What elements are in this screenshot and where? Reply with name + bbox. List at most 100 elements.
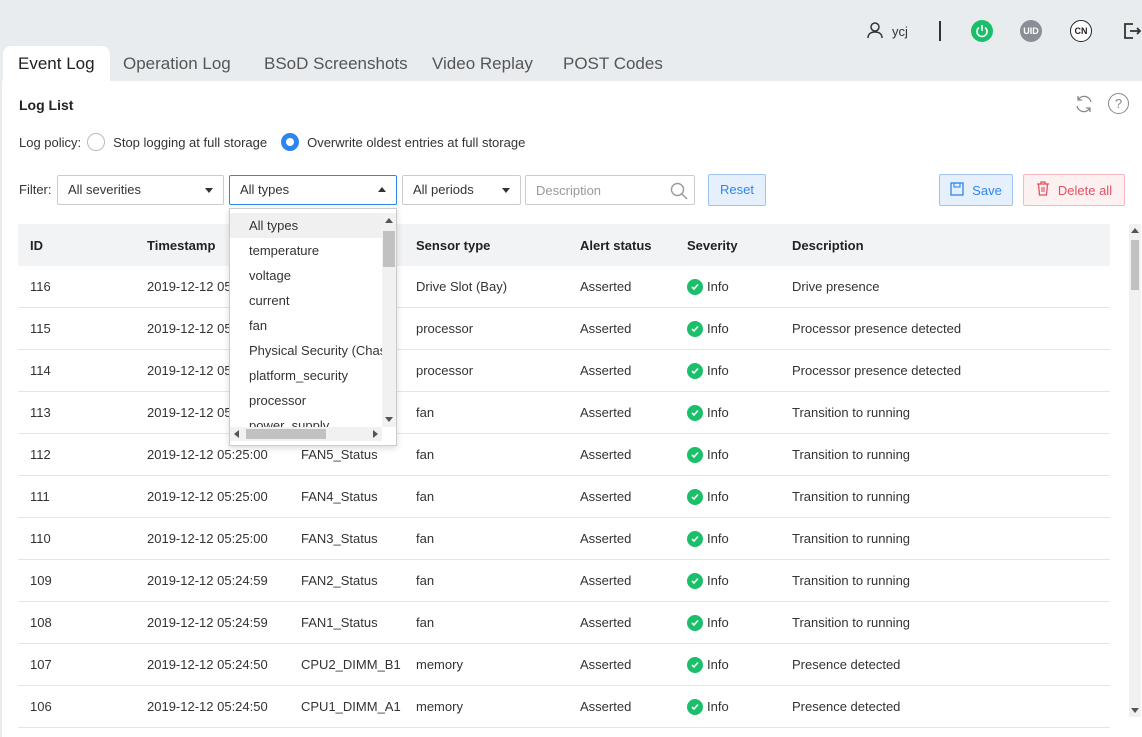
scrollbar-thumb[interactable] [383,231,395,267]
check-circle-icon [687,698,703,715]
radio-stop-logging[interactable] [87,133,106,151]
cell-description: Presence detected [792,699,901,714]
page-title: Log List [19,97,74,113]
cell-sensor-type: fan [416,573,435,588]
cell-sensor-type: memory [416,657,463,672]
refresh-icon[interactable] [1073,93,1095,118]
reset-button[interactable]: Reset [708,174,766,206]
save-icon [950,181,964,199]
column-header-severity[interactable]: Severity [687,238,792,253]
dropdown-option[interactable]: fan [230,313,382,338]
dropdown-option[interactable]: platform_security [230,363,382,388]
tab-post-codes[interactable]: POST Codes [548,46,678,82]
cell-id: 113 [30,405,51,420]
dropdown-option[interactable]: voltage [230,263,382,288]
tab-bsod-screenshots[interactable]: BSoD Screenshots [249,46,423,82]
table-scrollbar[interactable] [1129,224,1141,717]
cell-id: 116 [30,279,51,294]
cell-alert-status: Asserted [580,699,632,714]
table-row[interactable]: 113 2019-12-12 05 fan Asserted Info Transitio… [18,392,1110,434]
cell-description: Transition to running [792,573,911,588]
cell-sensor-type: fan [416,489,435,504]
dropdown-horizontal-scrollbar[interactable] [230,427,382,441]
tab-event-log[interactable]: Event Log [3,46,110,82]
column-header-id[interactable]: ID [18,238,147,253]
save-button[interactable]: Save [939,174,1013,206]
cell-severity: Info [687,320,792,337]
table-row[interactable]: 110 2019-12-12 05:25:00 FAN3_Status fan Asse… [18,518,1110,560]
cell-timestamp: 2019-12-12 05:25:00 [147,447,268,462]
description-search[interactable] [525,175,695,205]
scroll-up-icon[interactable] [385,218,393,223]
scroll-down-icon[interactable] [385,417,393,422]
scroll-down-icon[interactable] [1131,708,1139,713]
severity-label: Info [707,279,729,294]
column-header-alert-status[interactable]: Alert status [580,238,687,253]
cell-alert-status: Asserted [580,321,632,336]
scrollbar-thumb[interactable] [246,429,326,439]
check-circle-icon [687,530,703,547]
logout-icon[interactable] [1120,20,1142,45]
severity-label: Info [707,699,729,714]
tab-operation-log[interactable]: Operation Log [108,46,246,82]
cell-severity: Info [687,404,792,421]
table-row[interactable]: 106 2019-12-12 05:24:50 CPU1_DIMM_A1 memory… [18,686,1110,728]
power-icon[interactable] [971,20,993,42]
severity-select[interactable]: All severities [57,175,224,205]
cell-id: 106 [30,699,52,714]
cell-severity: Info [687,446,792,463]
language-icon[interactable]: CN [1070,20,1092,42]
cell-severity: Info [687,278,792,295]
table-row[interactable]: 108 2019-12-12 05:24:59 FAN1_Status fan Asse… [18,602,1110,644]
scroll-left-icon[interactable] [234,430,239,438]
table-row[interactable]: 107 2019-12-12 05:24:50 CPU2_DIMM_B1 memory… [18,644,1110,686]
cell-severity: Info [687,698,792,715]
cell-id: 109 [30,573,52,588]
type-select[interactable]: All types [229,175,397,205]
delete-all-button[interactable]: Delete all [1023,174,1125,206]
dropdown-option[interactable]: processor [230,388,382,413]
tab-bar: Event Log Operation Log BSoD Screenshots… [0,46,1142,82]
radio-overwrite-oldest-label[interactable]: Overwrite oldest entries at full storage [307,135,525,150]
table-row[interactable]: 111 2019-12-12 05:25:00 FAN4_Status fan Asse… [18,476,1110,518]
table-row[interactable]: 112 2019-12-12 05:25:00 FAN5_Status fan Asse… [18,434,1110,476]
check-circle-icon [687,404,703,421]
dropdown-option[interactable]: All types [230,213,382,238]
table-row[interactable]: 116 2019-12-12 05 Drive Slot (Bay) Asserted… [18,266,1110,308]
column-header-description[interactable]: Description [792,238,1110,253]
uid-icon[interactable]: UID [1020,20,1042,42]
tab-video-replay[interactable]: Video Replay [417,46,548,82]
period-select[interactable]: All periods [402,175,521,205]
table-row[interactable]: 109 2019-12-12 05:24:59 FAN2_Status fan Asse… [18,560,1110,602]
top-bar: ycj UID CN [0,0,1142,45]
dropdown-option[interactable]: temperature [230,238,382,263]
radio-overwrite-oldest[interactable] [281,133,300,151]
dropdown-option[interactable]: power_supply [230,413,382,427]
cell-alert-status: Asserted [580,405,632,420]
cell-severity: Info [687,614,792,631]
log-list-card: Log List ? Log policy: Stop logging at f… [2,81,1142,737]
scroll-up-icon[interactable] [1131,228,1139,233]
column-header-sensor-type[interactable]: Sensor type [416,238,580,253]
divider [939,21,941,41]
cell-sensor-type: fan [416,447,435,462]
scrollbar-thumb[interactable] [1131,240,1139,290]
help-icon[interactable]: ? [1108,93,1129,114]
search-input[interactable] [526,176,666,204]
cell-timestamp: 2019-12-12 05:25:00 [147,531,268,546]
radio-stop-logging-label[interactable]: Stop logging at full storage [113,135,267,150]
severity-label: Info [707,489,729,504]
table-row[interactable]: 115 2019-12-12 05 processor Asserted Info Pro… [18,308,1110,350]
check-circle-icon [687,362,703,379]
cell-description: Transition to running [792,531,911,546]
table-row[interactable]: 114 2019-12-12 05 processor Asserted Info Pro… [18,350,1110,392]
cell-timestamp: 2019-12-12 05:24:59 [147,615,268,630]
dropdown-vertical-scrollbar[interactable] [382,213,396,427]
cell-timestamp: 2019-12-12 05:24:50 [147,657,268,672]
cell-severity: Info [687,530,792,547]
scroll-right-icon[interactable] [373,430,378,438]
search-icon[interactable] [670,182,688,203]
dropdown-option[interactable]: Physical Security (Chassis Intrusion) [230,338,382,363]
user-menu[interactable]: ycj [866,21,908,42]
dropdown-option[interactable]: current [230,288,382,313]
